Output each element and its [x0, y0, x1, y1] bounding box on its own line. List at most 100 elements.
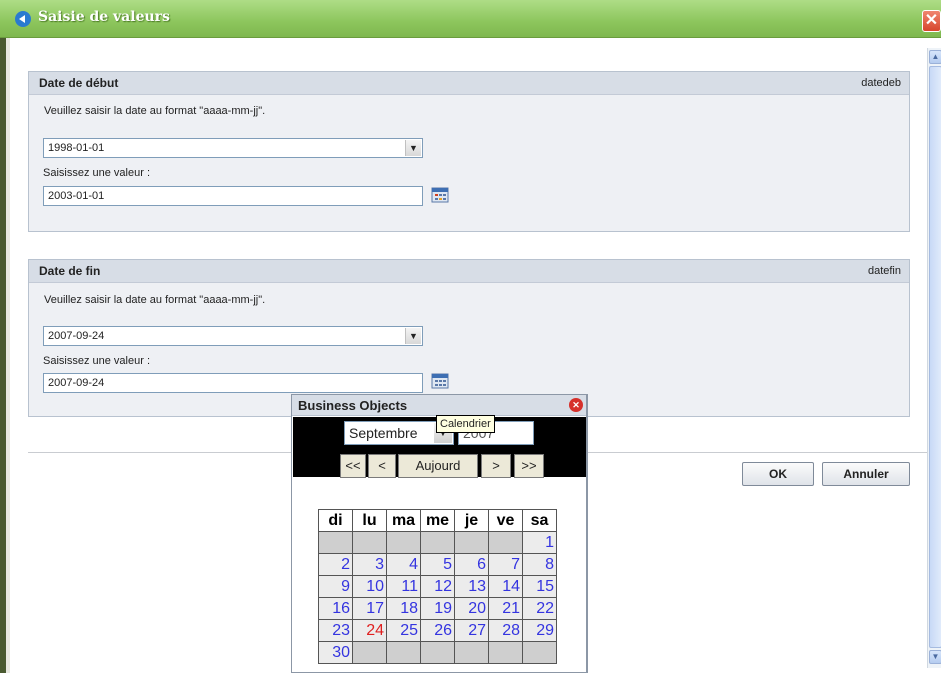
panel-end-title: Date de fin	[39, 264, 101, 278]
calendar-day[interactable]: 11	[386, 575, 421, 598]
calendar-empty-cell	[522, 641, 557, 664]
calendar-day[interactable]: 9	[318, 575, 353, 598]
chevron-down-icon[interactable]: ▼	[405, 140, 421, 156]
panel-start-date: Date de début datedeb Veuillez saisir la…	[28, 71, 910, 232]
end-date-select[interactable]: 2007-09-24 ▼	[43, 326, 423, 346]
calendar-day[interactable]: 3	[352, 553, 387, 576]
calendar-day[interactable]: 27	[454, 619, 489, 642]
end-value-label: Saisissez une valeur :	[43, 355, 150, 367]
cancel-button[interactable]: Annuler	[822, 462, 910, 486]
nav-next-button[interactable]: >	[481, 454, 511, 478]
panel-start-header: Date de début datedeb	[29, 72, 909, 95]
end-date-input[interactable]: 2007-09-24	[43, 373, 423, 393]
calendar-day[interactable]: 18	[386, 597, 421, 620]
calendar-day[interactable]: 5	[420, 553, 455, 576]
close-icon: ✕	[924, 12, 939, 29]
calendar-day[interactable]: 8	[522, 553, 557, 576]
start-date-selected: 1998-01-01	[48, 142, 105, 154]
window-title: Saisie de valeurs	[38, 9, 170, 25]
today-button[interactable]: Aujourd	[398, 454, 478, 478]
calendar-empty-cell	[352, 641, 387, 664]
calendar-week-row: 23 24 25 26 27 28 29	[318, 619, 557, 642]
scroll-up-icon[interactable]: ▲	[929, 50, 941, 64]
weekday-header: ve	[488, 509, 523, 532]
calendar-week-row: 9 10 11 12 13 14 15	[318, 575, 557, 598]
ok-button[interactable]: OK	[742, 462, 814, 486]
calendar-week-row: 30	[318, 641, 557, 664]
panel-start-title: Date de début	[39, 76, 119, 90]
panel-end-header: Date de fin datefin	[29, 260, 909, 283]
calendar-day[interactable]: 20	[454, 597, 489, 620]
calendar-day[interactable]: 6	[454, 553, 489, 576]
panel-end-hint: Veuillez saisir la date au format "aaaa-…	[44, 294, 266, 306]
calendar-empty-cell	[386, 641, 421, 664]
weekday-header: je	[454, 509, 489, 532]
calendar-day[interactable]: 2	[318, 553, 353, 576]
calendar-day[interactable]: 25	[386, 619, 421, 642]
weekday-header-row: di lu ma me je ve sa	[318, 509, 557, 532]
calendar-day[interactable]: 12	[420, 575, 455, 598]
calendar-empty-cell	[488, 641, 523, 664]
calendar-popup-edge	[586, 394, 588, 673]
calendar-day[interactable]: 22	[522, 597, 557, 620]
chevron-down-icon[interactable]: ▼	[405, 328, 421, 344]
month-value: Septembre	[349, 425, 418, 441]
calendar-day[interactable]: 19	[420, 597, 455, 620]
app-icon	[15, 11, 31, 27]
start-date-select[interactable]: 1998-01-01 ▼	[43, 138, 423, 158]
calendar-day[interactable]: 24	[352, 619, 387, 642]
calendar-day[interactable]: 10	[352, 575, 387, 598]
scroll-thumb[interactable]	[929, 66, 941, 648]
calendar-title: Business Objects	[292, 395, 587, 416]
weekday-header: lu	[352, 509, 387, 532]
start-date-input[interactable]: 2003-01-01	[43, 186, 423, 206]
panel-start-hint: Veuillez saisir la date au format "aaaa-…	[44, 105, 266, 117]
calendar-day[interactable]: 15	[522, 575, 557, 598]
calendar-icon[interactable]	[431, 186, 449, 204]
calendar-empty-cell	[318, 531, 353, 554]
calendar-empty-cell	[386, 531, 421, 554]
calendar-day[interactable]: 21	[488, 597, 523, 620]
nav-first-button[interactable]: <<	[340, 454, 366, 478]
calendar-week-row: 2345678	[318, 553, 557, 576]
calendar-day[interactable]: 29	[522, 619, 557, 642]
calendar-day[interactable]: 14	[488, 575, 523, 598]
end-date-value: 2007-09-24	[48, 377, 105, 389]
calendar-empty-cell	[454, 531, 489, 554]
calendar-day[interactable]: 16	[318, 597, 353, 620]
calendar-day[interactable]: 13	[454, 575, 489, 598]
calendar-empty-cell	[420, 531, 455, 554]
close-icon[interactable]: ✕	[569, 398, 583, 412]
nav-last-button[interactable]: >>	[514, 454, 544, 478]
calendar-day[interactable]: 30	[318, 641, 353, 664]
calendar-icon[interactable]	[431, 372, 449, 390]
calendar-empty-cell	[488, 531, 523, 554]
calendar-day[interactable]: 17	[352, 597, 387, 620]
weekday-header: me	[420, 509, 455, 532]
panel-end-key: datefin	[867, 265, 901, 277]
panel-start-key: datedeb	[861, 77, 901, 89]
close-window-button[interactable]: ✕	[922, 10, 941, 32]
nav-prev-button[interactable]: <	[368, 454, 396, 478]
calendar-grid: di lu ma me je ve sa 1 2 3 4 5 6 7 8 9 10 11 12 13 14 15 16 17…	[318, 509, 557, 664]
calendar-day[interactable]: 1	[522, 531, 557, 554]
calendar-empty-cell	[420, 641, 455, 664]
calendar-day[interactable]: 4	[386, 553, 421, 576]
calendar-day[interactable]: 28	[488, 619, 523, 642]
end-date-selected: 2007-09-24	[48, 330, 105, 342]
start-date-value: 2003-01-01	[48, 190, 105, 202]
calendar-body: 1 2 3 4 5 6 7 8 9 10 11 12 13 14 15 16 17 18 19 20 21 22 23 24 2…	[318, 531, 557, 664]
calendar-week-row: 16 17 18 19 20 21 22	[318, 597, 557, 620]
tooltip: Calendrier	[436, 415, 495, 433]
scroll-down-icon[interactable]: ▼	[929, 650, 941, 664]
calendar-week-row: 1	[318, 531, 557, 554]
calendar-day[interactable]: 23	[318, 619, 353, 642]
window-frame-left-inner	[6, 38, 10, 673]
calendar-empty-cell	[454, 641, 489, 664]
weekday-header: di	[318, 509, 353, 532]
weekday-header: ma	[386, 509, 421, 532]
weekday-header: sa	[522, 509, 557, 532]
calendar-day[interactable]: 7	[488, 553, 523, 576]
vertical-scrollbar[interactable]: ▲ ▼	[927, 48, 941, 668]
calendar-day[interactable]: 26	[420, 619, 455, 642]
